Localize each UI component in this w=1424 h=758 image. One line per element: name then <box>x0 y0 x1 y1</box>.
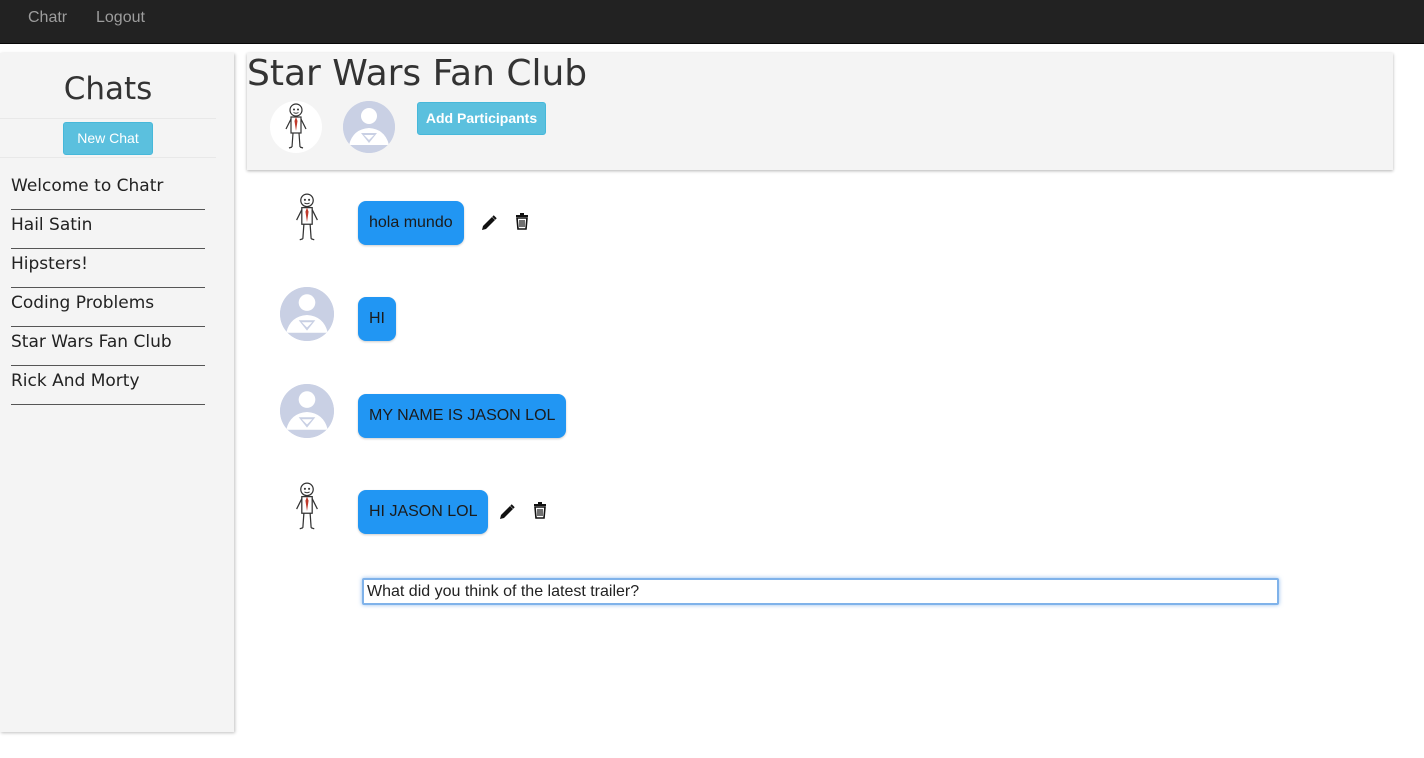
trash-icon[interactable] <box>531 501 549 519</box>
message-bubble: MY NAME IS JASON LOL <box>358 394 567 438</box>
message-avatar-stick-figure <box>280 191 334 245</box>
chat-list-item-hipsters[interactable]: Hipsters! <box>11 249 205 288</box>
stick-figure-avatar-icon <box>285 103 307 149</box>
chat-list-item-label: Welcome to Chatr <box>11 176 164 196</box>
pencil-icon[interactable] <box>480 214 498 232</box>
trash-icon[interactable] <box>513 212 531 230</box>
logout-link[interactable]: Logout <box>96 9 145 27</box>
chat-header: Star Wars Fan Club Add Participants <box>247 53 1393 170</box>
participant-avatar-stick-figure[interactable] <box>270 101 322 153</box>
message-bubble: hola mundo <box>358 201 464 245</box>
superman-avatar-icon <box>280 384 334 438</box>
message-bubble: HI JASON LOL <box>358 490 489 534</box>
chat-list-item-welcome[interactable]: Welcome to Chatr <box>11 171 205 210</box>
message-avatar-superman <box>280 384 334 438</box>
chat-title: Star Wars Fan Club <box>247 53 588 94</box>
chat-list: Welcome to Chatr Hail Satin Hipsters! Co… <box>11 171 205 405</box>
chat-list-item-rick-and-morty[interactable]: Rick And Morty <box>11 366 205 405</box>
chat-list-item-hail-satin[interactable]: Hail Satin <box>11 210 205 249</box>
sidebar-title: Chats <box>63 71 153 107</box>
divider <box>0 157 216 158</box>
participant-avatar-superman[interactable] <box>343 101 395 153</box>
message-avatar-stick-figure <box>280 480 334 534</box>
divider <box>0 118 216 119</box>
message-input[interactable] <box>362 578 1279 605</box>
new-chat-button[interactable]: New Chat <box>63 122 153 155</box>
chat-list-item-star-wars[interactable]: Star Wars Fan Club <box>11 327 205 366</box>
chat-list-item-label: Star Wars Fan Club <box>11 332 172 352</box>
stick-figure-avatar-icon <box>296 482 318 530</box>
message-avatar-superman <box>280 287 334 341</box>
pencil-icon[interactable] <box>498 503 516 521</box>
superman-avatar-icon <box>343 101 395 153</box>
superman-avatar-icon <box>280 287 334 341</box>
chat-list-item-label: Hail Satin <box>11 215 93 235</box>
chat-list-item-label: Coding Problems <box>11 293 155 313</box>
chat-list-item-coding-problems[interactable]: Coding Problems <box>11 288 205 327</box>
message-bubble: HI <box>358 297 396 341</box>
chat-list-item-label: Hipsters! <box>11 254 88 274</box>
nav-brand-link[interactable]: Chatr <box>28 9 67 27</box>
chats-sidebar: Chats New Chat Welcome to Chatr Hail Sat… <box>0 53 234 732</box>
top-navbar: Chatr Logout <box>0 0 1424 44</box>
add-participants-button[interactable]: Add Participants <box>417 102 546 135</box>
chat-list-item-label: Rick And Morty <box>11 371 140 391</box>
stick-figure-avatar-icon <box>296 193 318 241</box>
